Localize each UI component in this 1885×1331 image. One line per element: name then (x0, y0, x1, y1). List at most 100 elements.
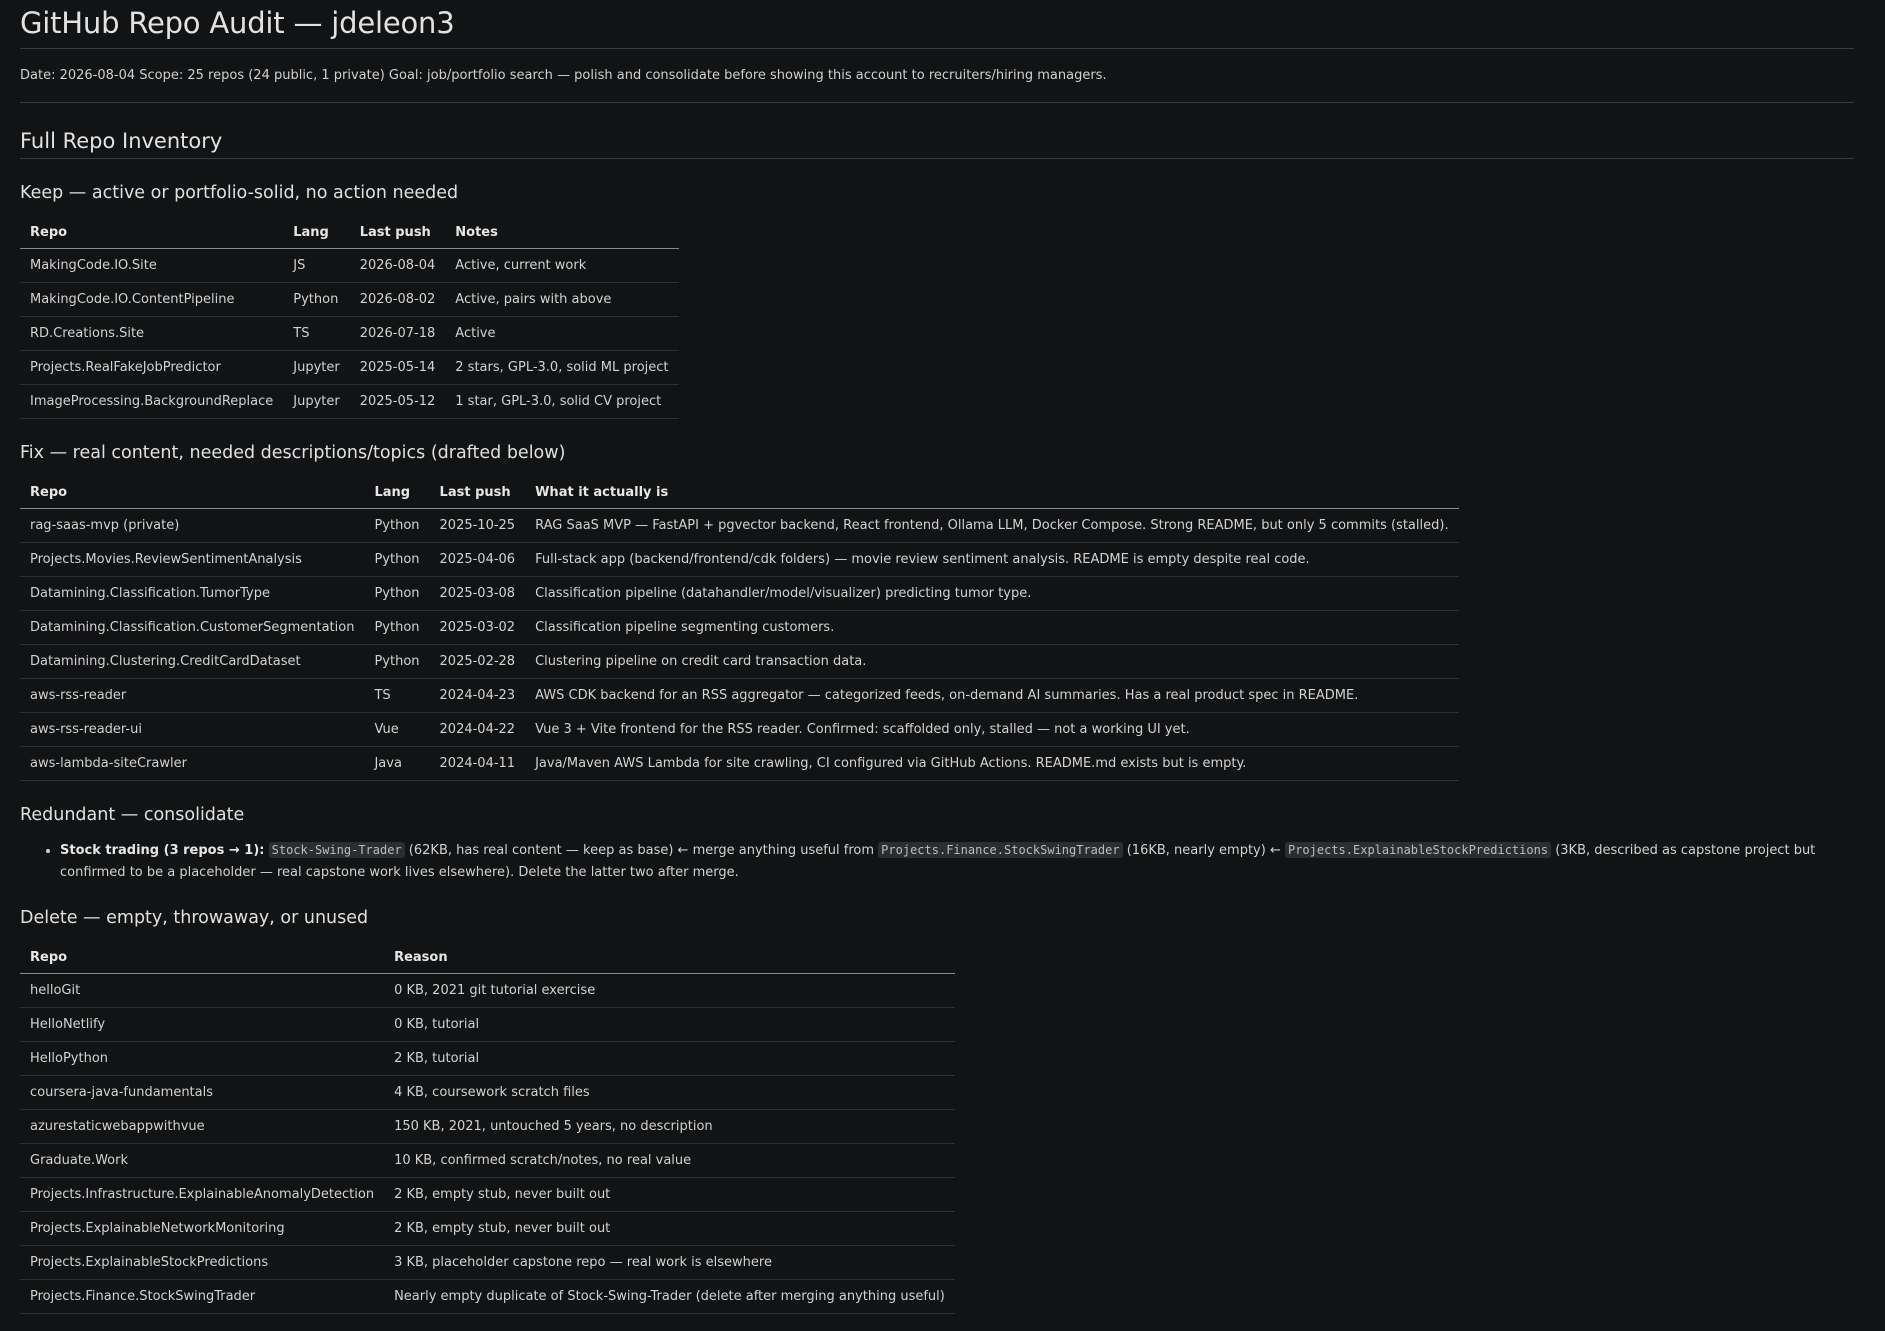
notes-cell: Active, current work (445, 248, 679, 283)
description-cell: RAG SaaS MVP — FastAPI + pgvector backen… (525, 508, 1459, 543)
repo-cell: coursera-java-fundamentals (20, 1075, 385, 1110)
column-header: Repo (20, 477, 365, 509)
delete-heading: Delete — empty, throwaway, or unused (20, 908, 369, 928)
keep-table: Repo Lang Last push Notes MakingCode.IO.… (20, 217, 679, 419)
repo-cell: Datamining.Clustering.CreditCardDataset (20, 644, 365, 679)
lang-cell: TS (364, 678, 430, 713)
table-row: Projects.Infrastructure.ExplainableAnoma… (20, 1177, 955, 1212)
repo-cell: HelloPython (20, 1041, 385, 1076)
column-header: Repo (20, 942, 385, 974)
table-row: Datamining.Clustering.CreditCardDataset … (20, 644, 1459, 679)
column-header: Repo (20, 217, 284, 249)
reason-cell: 4 KB, coursework scratch files (384, 1075, 955, 1110)
audit-meta: Date: 2026-08-04 Scope: 25 repos (24 pub… (20, 68, 1854, 103)
table-row: Projects.Finance.StockSwingTrader Nearly… (20, 1279, 955, 1314)
lang-cell: Python (364, 508, 430, 543)
last-push-cell: 2025-10-25 (429, 508, 526, 543)
column-header: Lang (364, 477, 430, 509)
notes-cell: 2 stars, GPL-3.0, solid ML project (445, 350, 679, 385)
table-row: coursera-java-fundamentals 4 KB, coursew… (20, 1075, 955, 1110)
repo-code: Projects.Finance.StockSwingTrader (878, 842, 1123, 858)
table-header-row: Repo Lang Last push What it actually is (20, 477, 1459, 509)
table-row: helloGit 0 KB, 2021 git tutorial exercis… (20, 973, 955, 1008)
keep-heading: Keep — active or portfolio-solid, no act… (20, 183, 459, 203)
fix-table: Repo Lang Last push What it actually is … (20, 477, 1459, 781)
reason-cell: 2 KB, empty stub, never built out (384, 1177, 955, 1212)
last-push-cell: 2024-04-23 (429, 678, 526, 713)
repo-cell: HelloNetlify (20, 1007, 385, 1042)
last-push-cell: 2024-04-11 (429, 746, 526, 781)
repo-cell: MakingCode.IO.Site (20, 248, 284, 283)
description-cell: Classification pipeline segmenting custo… (525, 610, 1459, 645)
reason-cell: 150 KB, 2021, untouched 5 years, no desc… (384, 1109, 955, 1144)
lang-cell: Python (364, 576, 430, 611)
lang-cell: Python (364, 644, 430, 679)
table-header-row: Repo Lang Last push Notes (20, 217, 679, 249)
repo-code: Stock-Swing-Trader (268, 842, 405, 858)
repo-cell: Projects.Movies.ReviewSentimentAnalysis (20, 542, 365, 577)
table-header-row: Repo Reason (20, 942, 955, 974)
table-row: RD.Creations.Site TS 2026-07-18 Active (20, 316, 679, 351)
list-item: Stock trading (3 repos → 1): Stock-Swing… (60, 839, 1854, 884)
last-push-cell: 2024-04-22 (429, 712, 526, 747)
lang-cell: JS (283, 248, 350, 283)
lang-cell: Jupyter (283, 384, 350, 419)
description-cell: Vue 3 + Vite frontend for the RSS reader… (525, 712, 1459, 747)
repo-cell: ImageProcessing.BackgroundReplace (20, 384, 284, 419)
column-header: Last push (349, 217, 446, 249)
table-row: Projects.RealFakeJobPredictor Jupyter 20… (20, 350, 679, 385)
last-push-cell: 2025-02-28 (429, 644, 526, 679)
description-cell: Full-stack app (backend/frontend/cdk fol… (525, 542, 1459, 577)
reason-cell: Nearly empty duplicate of Stock-Swing-Tr… (384, 1279, 955, 1314)
repo-cell: rag-saas-mvp (private) (20, 508, 365, 543)
table-row: Projects.ExplainableStockPredictions 3 K… (20, 1245, 955, 1280)
table-row: MakingCode.IO.ContentPipeline Python 202… (20, 282, 679, 317)
table-row: aws-rss-reader-ui Vue 2024-04-22 Vue 3 +… (20, 712, 1459, 747)
lang-cell: Python (283, 282, 350, 317)
repo-cell: helloGit (20, 973, 385, 1008)
reason-cell: 2 KB, tutorial (384, 1041, 955, 1076)
reason-cell: 0 KB, tutorial (384, 1007, 955, 1042)
description-cell: Clustering pipeline on credit card trans… (525, 644, 1459, 679)
last-push-cell: 2026-08-02 (349, 282, 446, 317)
reason-cell: 3 KB, placeholder capstone repo — real w… (384, 1245, 955, 1280)
repo-cell: MakingCode.IO.ContentPipeline (20, 282, 284, 317)
consolidation-text: (62KB, has real content — keep as base) … (404, 843, 879, 858)
column-header: Last push (429, 477, 526, 509)
lang-cell: Jupyter (283, 350, 350, 385)
repo-cell: aws-rss-reader-ui (20, 712, 365, 747)
table-row: HelloPython 2 KB, tutorial (20, 1041, 955, 1076)
last-push-cell: 2025-05-14 (349, 350, 446, 385)
last-push-cell: 2026-08-04 (349, 248, 446, 283)
description-cell: AWS CDK backend for an RSS aggregator — … (525, 678, 1459, 713)
table-row: ImageProcessing.BackgroundReplace Jupyte… (20, 384, 679, 419)
repo-cell: Graduate.Work (20, 1143, 385, 1178)
page-title: GitHub Repo Audit — jdeleon3 (20, 0, 1854, 49)
repo-cell: aws-lambda-siteCrawler (20, 746, 365, 781)
notes-cell: 1 star, GPL-3.0, solid CV project (445, 384, 679, 419)
last-push-cell: 2025-03-08 (429, 576, 526, 611)
consolidation-label: Stock trading (3 repos → 1): (60, 843, 265, 858)
redundant-heading: Redundant — consolidate (20, 805, 245, 825)
lang-cell: Python (364, 542, 430, 577)
repo-cell: azurestaticwebappwithvue (20, 1109, 385, 1144)
table-row: Graduate.Work 10 KB, confirmed scratch/n… (20, 1143, 955, 1178)
last-push-cell: 2025-04-06 (429, 542, 526, 577)
last-push-cell: 2025-03-02 (429, 610, 526, 645)
table-row: HelloNetlify 0 KB, tutorial (20, 1007, 955, 1042)
repo-cell: Projects.ExplainableNetworkMonitoring (20, 1211, 385, 1246)
lang-cell: Python (364, 610, 430, 645)
redundant-list: Stock trading (3 repos → 1): Stock-Swing… (20, 839, 1854, 884)
reason-cell: 10 KB, confirmed scratch/notes, no real … (384, 1143, 955, 1178)
repo-cell: RD.Creations.Site (20, 316, 284, 351)
table-row: aws-rss-reader TS 2024-04-23 AWS CDK bac… (20, 678, 1459, 713)
table-row: Datamining.Classification.TumorType Pyth… (20, 576, 1459, 611)
table-row: MakingCode.IO.Site JS 2026-08-04 Active,… (20, 248, 679, 283)
repo-cell: Projects.RealFakeJobPredictor (20, 350, 284, 385)
notes-cell: Active (445, 316, 679, 351)
last-push-cell: 2025-05-12 (349, 384, 446, 419)
lang-cell: Java (364, 746, 430, 781)
reason-cell: 0 KB, 2021 git tutorial exercise (384, 973, 955, 1008)
column-header: Notes (445, 217, 679, 249)
notes-cell: Active, pairs with above (445, 282, 679, 317)
